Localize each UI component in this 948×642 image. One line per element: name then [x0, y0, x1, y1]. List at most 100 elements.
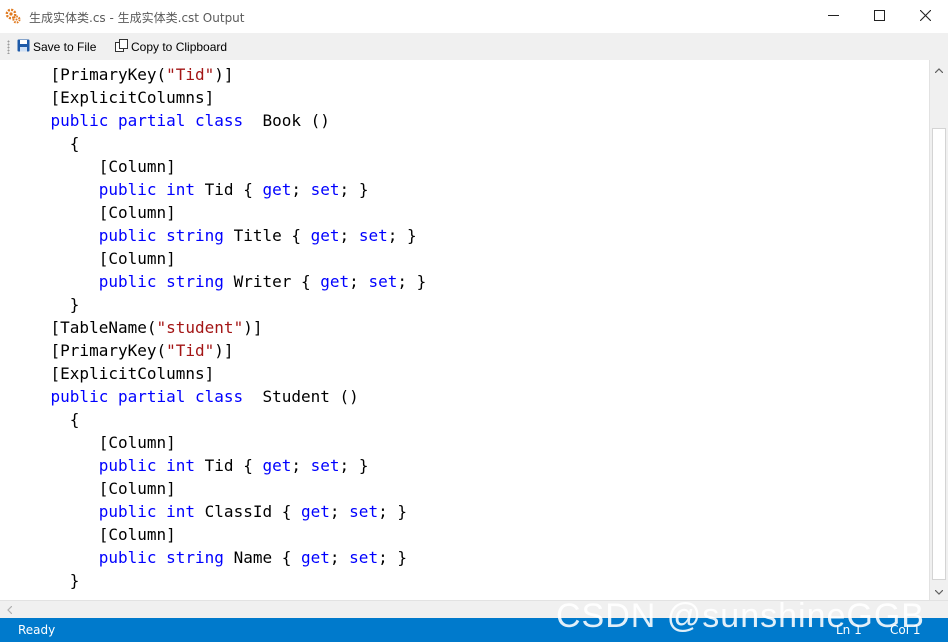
code-string: "student" [156, 318, 244, 337]
code-line: [PrimaryKey("Tid")] [12, 339, 426, 362]
copy-icon [115, 39, 131, 55]
code-token: ; [349, 272, 369, 291]
save-icon [17, 39, 33, 55]
code-keyword: get [262, 180, 292, 199]
code-line: public partial class Student () [12, 385, 426, 408]
code-string: "Tid" [166, 65, 215, 84]
close-icon [919, 8, 931, 26]
code-line: { [12, 408, 426, 431]
code-keyword: set [358, 226, 388, 245]
code-token: ; [291, 456, 311, 475]
code-token: [Column] [12, 525, 176, 544]
code-keyword: set [310, 180, 340, 199]
code-keyword: public int [98, 180, 196, 199]
code-keyword: get [262, 456, 292, 475]
code-line: [ExplicitColumns] [12, 362, 426, 385]
code-token: ; } [378, 502, 407, 521]
save-to-file-button[interactable]: Save to File [17, 37, 96, 57]
code-token: ; [329, 548, 350, 567]
watermark: CSDN @sunshineGGB [556, 597, 925, 635]
gear-icon [5, 8, 21, 24]
code-keyword: get [301, 548, 330, 567]
code-line: [Column] [12, 155, 426, 178]
code-token: [TableName( [12, 318, 157, 337]
code-token: { [12, 410, 80, 429]
code-token: [PrimaryKey( [12, 341, 167, 360]
code-line: public string Name { get; set; } [12, 546, 426, 569]
code-line: public string Writer { get; set; } [12, 270, 427, 293]
code-line: [Column] [12, 247, 426, 270]
code-token: )] [214, 65, 234, 84]
code-token: Book () [243, 111, 330, 130]
code-keyword: set [349, 502, 379, 521]
code-line: [Column] [12, 477, 426, 500]
code-token: ; [329, 502, 350, 521]
save-to-file-label: Save to File [33, 40, 97, 54]
code-keyword: get [320, 272, 350, 291]
code-token: [Column] [12, 249, 176, 268]
code-keyword: set [349, 548, 379, 567]
code-token: [ExplicitColumns] [12, 88, 215, 107]
code-token: [Column] [12, 203, 176, 222]
code-token: Name { [223, 548, 301, 567]
chevron-left-icon [6, 601, 12, 619]
code-editor[interactable]: [PrimaryKey("Tid")] [ExplicitColumns] pu… [0, 60, 929, 600]
code-token: ; } [387, 226, 417, 245]
title-bar[interactable]: 生成实体类.cs - 生成实体类.cst Output [0, 0, 948, 33]
chevron-down-icon [934, 582, 944, 600]
code-line: public int Tid { get; set; } [12, 178, 426, 201]
maximize-icon [873, 8, 885, 26]
code-token: [Column] [12, 479, 176, 498]
code-token: ; [291, 180, 311, 199]
code-keyword: public int [98, 456, 196, 475]
code-keyword: set [310, 456, 340, 475]
code-token: ; } [339, 180, 369, 199]
code-keyword: public string [98, 272, 224, 291]
vertical-scrollbar[interactable] [929, 60, 948, 600]
code-token: ; } [339, 456, 369, 475]
code-token: Writer { [223, 272, 321, 291]
code-token: [Column] [12, 157, 176, 176]
chevron-up-icon [934, 60, 944, 78]
code-line: { [12, 132, 426, 155]
code-keyword: get [310, 226, 340, 245]
code-token: [PrimaryKey( [12, 65, 167, 84]
code-token: )] [243, 318, 263, 337]
code-line: [Column] [12, 523, 426, 546]
code-token: Tid { [195, 180, 263, 199]
toolbar-grip[interactable] [7, 40, 10, 54]
code-token: ClassId { [195, 502, 301, 521]
scroll-up-arrow[interactable] [930, 60, 948, 77]
code-line: } [12, 293, 426, 316]
copy-to-clipboard-button[interactable]: Copy to Clipboard [115, 37, 227, 57]
maximize-button[interactable] [856, 0, 902, 33]
scroll-thumb[interactable] [932, 128, 946, 580]
code-token: )] [214, 341, 234, 360]
scroll-down-arrow[interactable] [930, 582, 948, 599]
code-keyword: public partial class [50, 387, 244, 406]
code-line: public partial class Book () [12, 109, 426, 132]
minimize-button[interactable] [810, 0, 856, 33]
minimize-icon [827, 8, 839, 26]
code-line: [ExplicitColumns] [12, 86, 426, 109]
code-token: [ExplicitColumns] [12, 364, 215, 383]
code-token: } [12, 295, 80, 314]
code-keyword: get [301, 502, 330, 521]
code-line: [Column] [12, 201, 426, 224]
scroll-left-arrow[interactable] [0, 601, 18, 618]
code-token: Student () [243, 387, 359, 406]
code-keyword: public int [98, 502, 196, 521]
close-button[interactable] [902, 0, 948, 33]
code-line: [PrimaryKey("Tid")] [12, 63, 426, 86]
code-token: { [12, 134, 80, 153]
code-keyword: public string [98, 548, 224, 567]
code-string: "Tid" [166, 341, 215, 360]
